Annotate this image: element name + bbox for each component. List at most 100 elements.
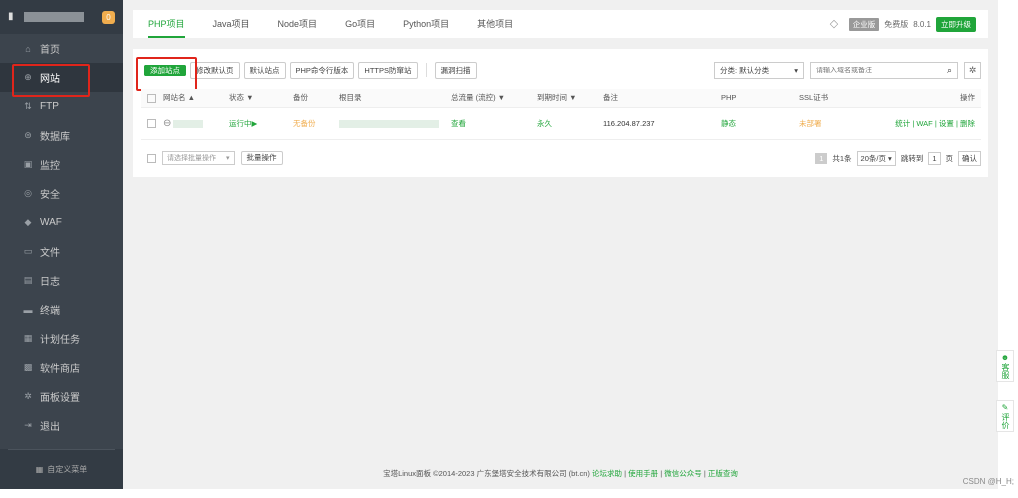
tab-other[interactable]: 其他项目	[477, 10, 513, 38]
sidebar-item-label: FTP	[40, 101, 59, 112]
wechat-link[interactable]: 微信公众号	[664, 469, 702, 478]
sidebar-item-label: 计划任务	[40, 335, 80, 346]
apps-icon: ▩	[23, 362, 33, 372]
stats-link[interactable]: 统计	[895, 119, 910, 128]
select-all-checkbox[interactable]	[147, 93, 156, 103]
batch-select[interactable]: 请选择批量操作 ▾	[162, 151, 235, 165]
confirm-button[interactable]: 确认	[958, 150, 981, 166]
vuln-scan-button[interactable]: 漏洞扫描	[434, 61, 477, 79]
tab-php[interactable]: PHP项目	[148, 10, 185, 38]
sidebar: ▮ 0 ⌂ 首页 ⊕ 网站 ⇅ FTP ⊜ 数据库 ▣ 监控 ◎ 安全 ◆ WAF ▭ 文件 ▤ 日志 ▬ 终端 ▦ 计划…	[0, 0, 123, 489]
col-site-name[interactable]: 网站名 ▲	[163, 89, 229, 108]
search-input[interactable]	[816, 66, 926, 74]
ssl-status[interactable]: 未部署	[799, 107, 869, 140]
col-actions: 操作	[869, 89, 981, 108]
default-page-button[interactable]: 修改默认页	[190, 61, 240, 79]
goto-input[interactable]: 1	[928, 151, 941, 165]
goto-label: 跳转到	[900, 153, 924, 163]
note-value[interactable]: 116.204.87.237	[603, 107, 721, 140]
chevron-down-icon: ▾	[226, 155, 230, 162]
sidebar-item[interactable]: ▭ 文件	[0, 237, 123, 266]
add-site-button[interactable]: 添加站点	[144, 64, 186, 76]
traffic-view[interactable]: 查看	[451, 107, 537, 140]
table-header-row: 网站名 ▲ 状态 ▼ 备份 根目录 总流量 (流控) ▼ 到期时间 ▼ 备注 P…	[141, 89, 981, 108]
row-checkbox[interactable]	[147, 118, 156, 128]
search-icon[interactable]: ⌕	[947, 65, 952, 76]
https-button[interactable]: HTTPS防窜站	[358, 61, 418, 79]
site-name-masked[interactable]	[173, 119, 204, 128]
globe-icon: ⊕	[24, 72, 32, 82]
col-backup: 备份	[293, 89, 339, 108]
sidebar-item[interactable]: ⌂ 首页	[0, 34, 123, 63]
col-note: 备注	[603, 89, 721, 108]
enterprise-badge[interactable]: 企业版	[848, 17, 880, 31]
php-cli-button[interactable]: PHP命令行版本	[289, 61, 355, 79]
folder-icon: ▭	[23, 246, 33, 256]
sidebar-item[interactable]: ▣ 监控	[0, 150, 123, 179]
tab-go[interactable]: Go项目	[345, 10, 375, 38]
batch-placeholder: 请选择批量操作	[167, 155, 216, 162]
page-1[interactable]: 1	[815, 152, 828, 164]
customer-service-label: 客服	[1001, 363, 1010, 379]
waf-shield-icon: ◆	[24, 217, 32, 227]
sidebar-item[interactable]: ⇥ 退出	[0, 411, 123, 440]
tab-java[interactable]: Java项目	[213, 10, 250, 38]
sidebar-item[interactable]: ⇅ FTP	[0, 92, 123, 121]
delete-link[interactable]: 删除	[960, 119, 975, 128]
notification-badge[interactable]: 0	[102, 10, 115, 24]
diamond-icon: ◇	[829, 18, 839, 30]
col-expire[interactable]: 到期时间 ▼	[537, 89, 603, 108]
review-button[interactable]: ✎ 评价	[996, 400, 1014, 432]
sidebar-item[interactable]: ✲ 面板设置	[0, 382, 123, 411]
sidebar-item[interactable]: ◎ 安全	[0, 179, 123, 208]
sidebar-item[interactable]: ▦ 计划任务	[0, 324, 123, 353]
sidebar-item-label: WAF	[40, 217, 62, 228]
forum-link[interactable]: 论坛求助	[592, 469, 622, 478]
batch-button[interactable]: 批量操作	[240, 151, 283, 165]
settings-icon: ✲	[24, 391, 32, 401]
customer-service-button[interactable]: ☻ 客服	[996, 350, 1014, 382]
tab-node[interactable]: Node项目	[278, 10, 318, 38]
divider	[425, 63, 427, 77]
verify-link[interactable]: 正版查询	[708, 469, 738, 478]
php-value[interactable]: 静态	[721, 107, 799, 140]
per-page-select[interactable]: 20条/页 ▾	[856, 150, 896, 166]
version-number: 8.0.1	[913, 19, 931, 29]
ftp-icon: ⇅	[24, 101, 32, 111]
sidebar-item[interactable]: ▬ 终端	[0, 295, 123, 324]
sidebar-item-label: 终端	[40, 306, 60, 317]
sidebar-item[interactable]: ▤ 日志	[0, 266, 123, 295]
col-traffic[interactable]: 总流量 (流控) ▼	[451, 89, 537, 108]
sidebar-item[interactable]: ⊜ 数据库	[0, 121, 123, 150]
sidebar-item[interactable]: ◆ WAF	[0, 208, 123, 237]
default-site-button[interactable]: 默认站点	[243, 61, 286, 79]
site-toolbar: 添加站点 修改默认页 默认站点 PHP命令行版本 HTTPS防窜站 漏洞扫描 分…	[136, 56, 981, 91]
sidebar-item[interactable]: ⊕ 网站	[0, 63, 123, 97]
custom-menu-button[interactable]: ▦ 自定义菜单	[0, 449, 123, 489]
main-area: PHP项目 Java项目 Node项目 Go项目 Python项目 其他项目 ◇…	[123, 0, 998, 489]
server-icon: ▮	[8, 11, 14, 22]
gear-icon[interactable]: ✲	[964, 61, 981, 79]
category-value: 分类: 默认分类	[720, 65, 770, 75]
total-count: 共1条	[832, 153, 852, 163]
manual-link[interactable]: 使用手册	[628, 469, 658, 478]
search-box: ⌕	[810, 61, 958, 79]
tab-python[interactable]: Python项目	[403, 10, 449, 38]
pagination: 1 共1条 20条/页 ▾ 跳转到 1 页 确认	[815, 150, 981, 166]
free-edition-label: 免费版	[884, 19, 909, 29]
waf-link[interactable]: WAF	[916, 119, 932, 128]
col-status[interactable]: 状态 ▼	[229, 89, 293, 108]
per-page-value: 20条/页	[860, 153, 886, 163]
sidebar-item[interactable]: ▩ 软件商店	[0, 353, 123, 382]
backup-none[interactable]: 无备份	[293, 107, 339, 140]
root-path-masked[interactable]	[339, 119, 439, 128]
status-running[interactable]: 运行中▶	[229, 107, 293, 140]
sidebar-item-label: 网站	[40, 74, 60, 85]
upgrade-button[interactable]: 立即升级	[936, 16, 976, 32]
server-ip-masked	[24, 12, 84, 22]
expire-value[interactable]: 永久	[537, 107, 603, 140]
footer-checkbox[interactable]	[147, 153, 156, 163]
settings-link[interactable]: 设置	[939, 119, 954, 128]
category-select[interactable]: 分类: 默认分类 ▾	[714, 61, 804, 79]
col-php: PHP	[721, 89, 799, 108]
